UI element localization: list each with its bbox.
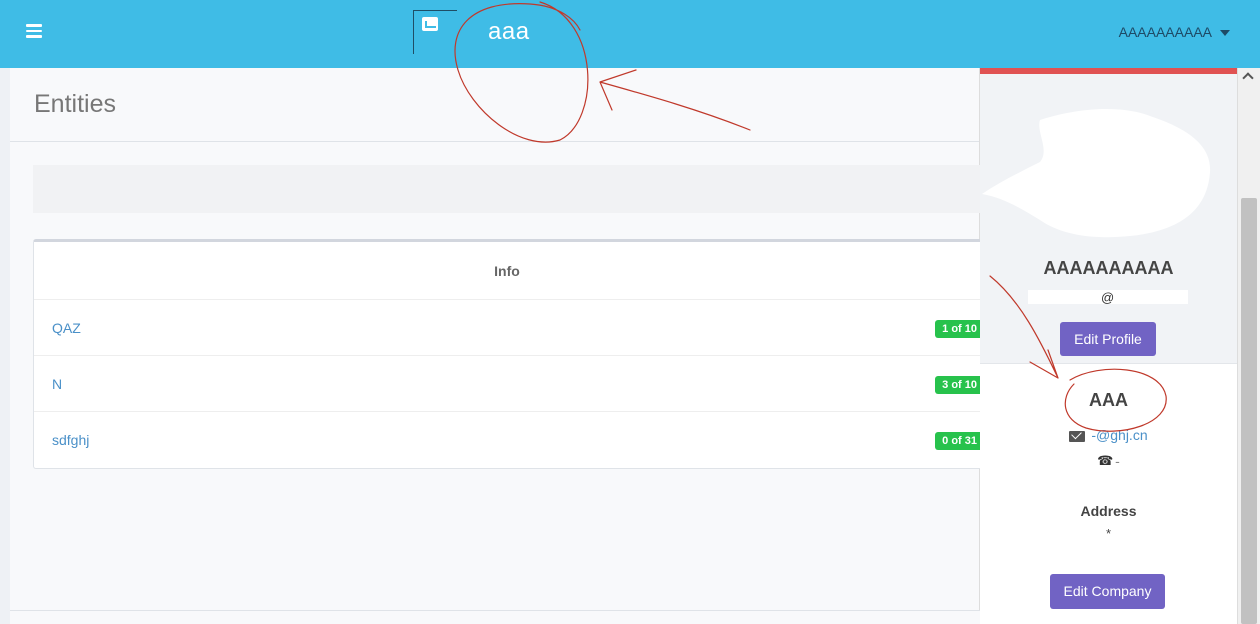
profile-name: AAAAAAAAAA [1043, 258, 1174, 278]
table-header-info: Info [34, 242, 980, 300]
main-footer [10, 610, 980, 624]
logo[interactable] [413, 10, 457, 54]
main-content: Entities Info QAZ 1 of 10 N 3 of 10 sdfg… [10, 68, 984, 624]
user-profile-card: AAAAAAAAAA @ Edit Profile [980, 68, 1237, 363]
count-badge: 0 of 31 [935, 432, 984, 450]
scrollbar[interactable] [1237, 68, 1260, 624]
page-title: Entities [34, 90, 116, 118]
divider [980, 363, 1237, 364]
edit-profile-button[interactable]: Edit Profile [1060, 322, 1156, 356]
company-name: AAA [1089, 390, 1128, 410]
edit-company-button[interactable]: Edit Company [1050, 574, 1165, 609]
profile-sidebar: AAAAAAAAAA @ Edit Profile AAA -@ghj.cn -… [980, 68, 1237, 624]
redacted-avatar [982, 109, 1211, 238]
page-header: Entities [10, 68, 979, 142]
entity-link[interactable]: N [52, 376, 62, 392]
profile-email-text: @ [1101, 290, 1115, 305]
envelope-icon [1069, 430, 1086, 442]
count-badge: 1 of 10 [935, 320, 984, 338]
entity-link[interactable]: sdfghj [52, 432, 89, 448]
address-label: Address [1080, 503, 1137, 519]
address-value: * [1105, 526, 1112, 541]
image-icon [422, 17, 438, 31]
entity-link[interactable]: QAZ [52, 320, 81, 336]
profile-email: @ [1028, 286, 1188, 310]
caret-down-icon [1220, 30, 1230, 37]
table-row: N 3 of 10 [34, 356, 984, 412]
user-menu-name: AAAAAAAAAA [1118, 24, 1212, 40]
filter-bar [33, 165, 980, 213]
phone-icon [1097, 453, 1113, 469]
brand-name[interactable]: aaa [488, 18, 530, 46]
table-row: QAZ 1 of 10 [34, 300, 984, 356]
entities-panel: Info QAZ 1 of 10 N 3 of 10 sdfghj 0 of 3… [33, 239, 984, 469]
company-phone: - [1115, 453, 1120, 469]
user-menu-dropdown[interactable]: AAAAAAAAAA [1119, 24, 1230, 40]
scroll-thumb[interactable] [1241, 198, 1257, 624]
scroll-up-arrow-icon[interactable] [1242, 72, 1254, 84]
hamburger-icon[interactable] [26, 24, 42, 38]
company-email-link[interactable]: -@ghj.cn [1091, 427, 1147, 443]
table-row: sdfghj 0 of 31 [34, 412, 984, 468]
company-email-line: -@ghj.cn [980, 427, 1237, 443]
company-phone-line: - [980, 453, 1237, 469]
count-badge: 3 of 10 [935, 376, 984, 394]
top-navbar: aaa AAAAAAAAAA [0, 0, 1260, 68]
